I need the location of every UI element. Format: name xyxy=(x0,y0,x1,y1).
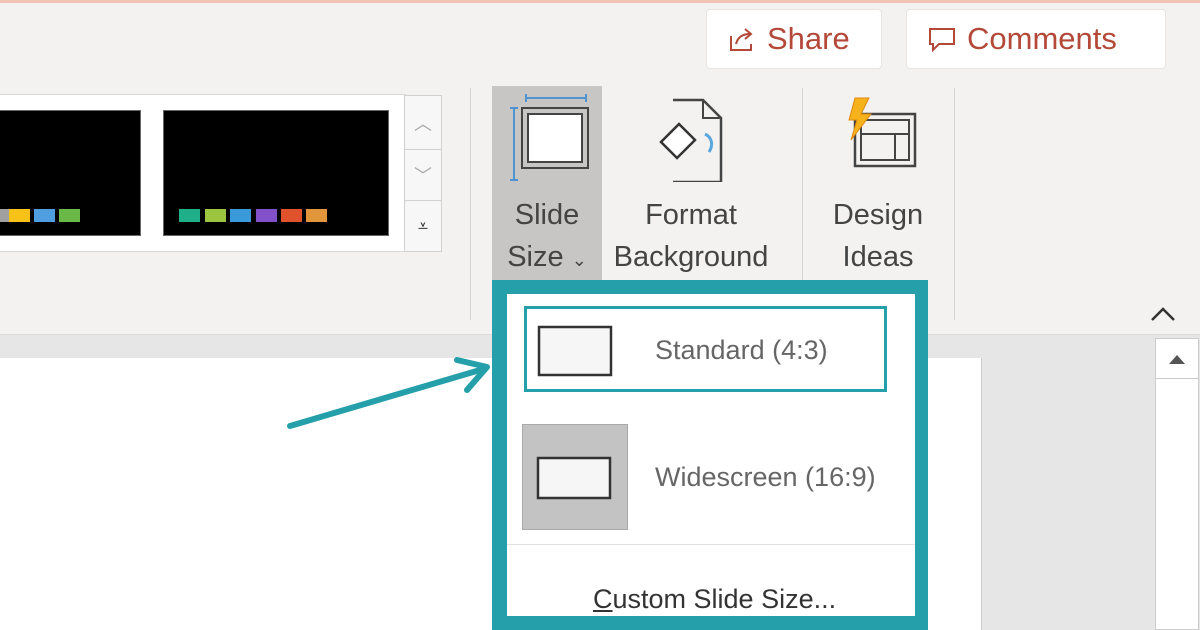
group-divider xyxy=(954,88,955,320)
color-swatch xyxy=(9,209,30,222)
theme-thumbnail[interactable] xyxy=(0,110,141,236)
chevron-down-icon: ﹀ xyxy=(414,166,432,187)
format-background-icon xyxy=(659,98,723,184)
chevron-down-icon: ⌄ xyxy=(571,250,587,270)
widescreen-label: Widescreen (16:9) xyxy=(655,462,876,492)
gallery-scroll-down-button[interactable]: ﹀ xyxy=(404,149,442,201)
design-ideas-button[interactable]: Design Ideas xyxy=(818,86,938,278)
design-ideas-icon xyxy=(848,97,917,168)
chevron-up-icon: ︿ xyxy=(414,113,432,135)
standard-option[interactable]: Standard (4:3) xyxy=(524,306,887,392)
theme-thumbnail[interactable] xyxy=(163,110,389,236)
format-background-label-1: Format xyxy=(645,199,737,231)
slide-size-label-2: Size xyxy=(507,241,564,273)
widescreen-option[interactable]: Widescreen (16:9) xyxy=(507,424,915,532)
group-divider xyxy=(470,88,471,320)
chevron-up-icon xyxy=(1151,307,1175,321)
arrow-annotation xyxy=(287,357,490,429)
color-swatch xyxy=(230,209,251,222)
standard-slide-icon xyxy=(537,325,613,377)
comments-button[interactable]: Comments xyxy=(906,9,1166,69)
collapse-ribbon-button[interactable] xyxy=(1150,300,1176,328)
color-swatch xyxy=(179,209,200,222)
vertical-scrollbar[interactable] xyxy=(1155,338,1199,630)
format-background-label-2: Background xyxy=(613,241,769,273)
selected-indicator xyxy=(522,424,628,530)
color-swatch xyxy=(306,209,327,222)
gallery-more-button[interactable]: ⩡ xyxy=(404,200,442,252)
expand-gallery-icon: ⩡ xyxy=(417,215,429,237)
color-swatch xyxy=(59,209,80,222)
custom-slide-size-label: ustom Slide Size... xyxy=(612,584,837,614)
design-ideas-label-2: Ideas xyxy=(842,241,914,273)
menu-separator xyxy=(507,544,915,545)
slide-size-label-1: Slide xyxy=(514,199,580,231)
comments-label: Comments xyxy=(967,21,1117,56)
slide-size-dropdown: Standard (4:3) Widescreen (16:9) Custom … xyxy=(492,280,928,630)
color-swatch xyxy=(256,209,277,222)
share-label: Share xyxy=(767,21,850,56)
themes-gallery xyxy=(0,94,406,252)
slide-size-icon xyxy=(510,94,589,181)
share-icon xyxy=(730,28,753,51)
color-swatch xyxy=(205,209,226,222)
scroll-up-button[interactable] xyxy=(1156,339,1198,379)
share-button[interactable]: Share xyxy=(706,9,882,69)
triangle-up-icon xyxy=(1169,354,1185,364)
standard-label: Standard (4:3) xyxy=(655,335,828,365)
format-background-button[interactable]: Format Background xyxy=(606,86,776,278)
gallery-scroll-up-button[interactable]: ︿ xyxy=(404,95,442,150)
slide-size-button[interactable]: Slide Size ⌄ xyxy=(492,86,602,280)
custom-slide-size-option[interactable]: Custom Slide Size... xyxy=(593,584,836,615)
widescreen-slide-icon xyxy=(536,456,612,500)
comment-icon xyxy=(929,28,955,53)
design-ideas-label-1: Design xyxy=(832,199,924,231)
access-key: C xyxy=(593,584,613,614)
color-swatch xyxy=(281,209,302,222)
color-swatch xyxy=(34,209,55,222)
